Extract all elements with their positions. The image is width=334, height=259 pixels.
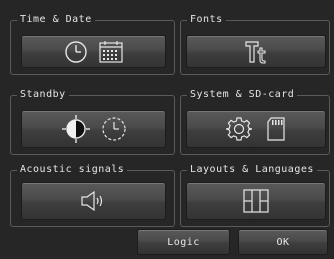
layouts-button[interactable]	[186, 182, 326, 220]
acoustic-title: Acoustic signals	[17, 163, 128, 177]
layouts-title: Layouts & Languages	[187, 163, 317, 177]
system-sd-title: System & SD-card	[187, 88, 298, 102]
fonts-group: Fonts	[180, 13, 330, 75]
fonts-button[interactable]	[186, 35, 326, 68]
speaker-icon	[80, 190, 108, 212]
logic-label: Logic	[167, 236, 200, 248]
fonts-title: Fonts	[187, 13, 226, 27]
settings-screen: Time & Date Fonts Standby System & SD-ca…	[0, 0, 334, 259]
time-date-group: Time & Date	[10, 13, 175, 75]
acoustic-button[interactable]	[21, 182, 166, 220]
standby-button[interactable]	[21, 110, 166, 148]
ok-label: OK	[276, 236, 290, 248]
gear-icon	[226, 116, 252, 142]
logic-button[interactable]: Logic	[137, 229, 230, 255]
font-icon	[243, 39, 269, 65]
brightness-icon	[61, 114, 91, 144]
layouts-group: Layouts & Languages	[180, 163, 330, 227]
layout-icon	[242, 188, 270, 214]
ok-button[interactable]: OK	[238, 229, 328, 255]
timer-icon	[101, 116, 127, 142]
sd-card-icon	[266, 116, 286, 142]
standby-group: Standby	[10, 88, 175, 155]
acoustic-group: Acoustic signals	[10, 163, 175, 227]
time-date-title: Time & Date	[17, 13, 95, 27]
clock-icon	[64, 40, 88, 64]
system-sd-button[interactable]	[186, 110, 326, 148]
standby-title: Standby	[17, 88, 69, 102]
calendar-icon	[98, 40, 124, 64]
system-sd-group: System & SD-card	[180, 88, 330, 155]
time-date-button[interactable]	[21, 35, 166, 68]
